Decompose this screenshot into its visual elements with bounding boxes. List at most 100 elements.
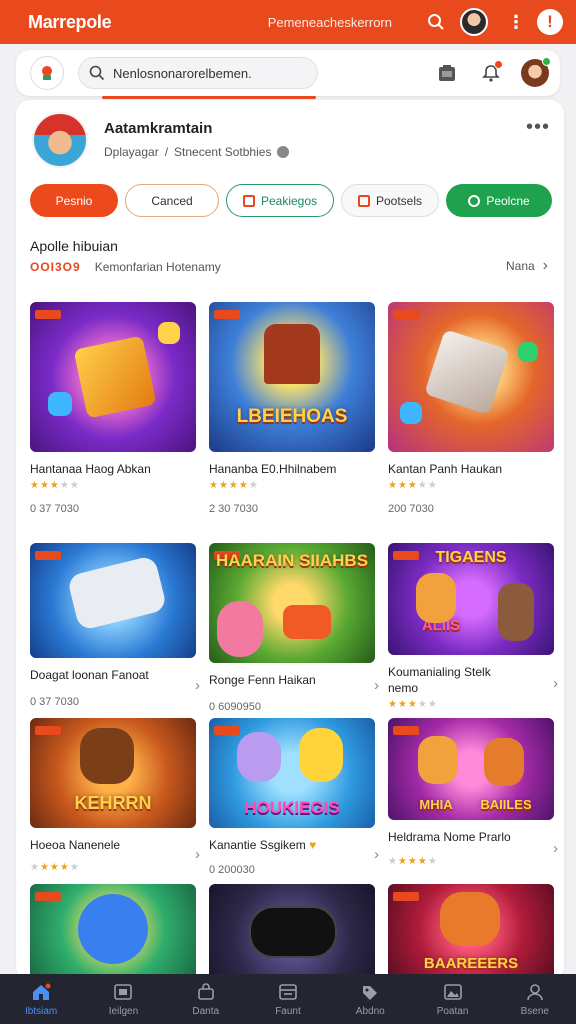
chip-label: Pootsels (375, 193, 423, 208)
post-icon (357, 194, 370, 207)
nav-label: Bsene (520, 1005, 549, 1017)
cart-icon[interactable] (432, 58, 462, 88)
user-avatar[interactable] (520, 57, 551, 88)
game-card[interactable]: HOUKIEGIS Kanantie Ssgikem ♥ 0 200030 › (209, 718, 379, 876)
game-title: Hananba E0.Hhilnabem (209, 462, 337, 476)
thumb-badge (35, 726, 61, 735)
nav-item-4[interactable]: Faunt (256, 982, 320, 1017)
thumbnail-title: KEHRRN (74, 793, 152, 813)
game-thumbnail (388, 302, 554, 452)
chip-posts[interactable]: Pootsels (341, 184, 439, 217)
more-menu-icon[interactable]: ⋮ (498, 8, 526, 36)
chevron-right-icon[interactable]: › (374, 677, 379, 694)
game-thumbnail: TIGAENS ALIIS (388, 543, 554, 655)
game-card[interactable]: BAAREEERS (388, 884, 554, 974)
chip-label: Peakiegos (260, 193, 318, 208)
chip-outline[interactable]: Canced (125, 184, 219, 217)
game-thumbnail: MHIA BAIILES (388, 718, 554, 820)
section-subtitle: OOI3O9 Kemonfarian Hotenamy (30, 260, 221, 274)
game-title: Kanantie Ssgikem ♥ (209, 838, 317, 852)
nav-label: Ibtsiam (25, 1005, 58, 1017)
notification-bell-icon[interactable] (476, 58, 506, 88)
info-icon[interactable] (277, 146, 290, 158)
chevron-right-icon[interactable]: › (553, 675, 558, 692)
game-card[interactable]: Kantan Panh Haukan ★★★★★ 200 7030 (388, 302, 554, 515)
thumbnail-title: LBEIEHOAS (236, 406, 348, 427)
chevron-right-icon[interactable]: › (374, 846, 379, 863)
more-options-icon[interactable]: ••• (526, 116, 550, 139)
thumbnail-subtitle: BAIILES (480, 797, 532, 812)
avatar (460, 8, 488, 36)
game-title: Hoeoa Nanenele (30, 838, 121, 852)
game-thumbnail (30, 543, 196, 658)
see-more-link[interactable]: Nana › (506, 257, 548, 275)
header-text: Pemeneacheskerrorn (267, 14, 392, 30)
rating-stars: ★★★★★ (209, 480, 259, 491)
thumb-badge (35, 892, 61, 901)
chip-green[interactable]: Peolcne (446, 184, 552, 217)
game-title: Kantan Panh Haukan (388, 462, 503, 476)
thumbnail-title: HOUKIEGIS (244, 798, 340, 817)
subtitle-separator: / (164, 145, 169, 159)
game-card[interactable] (30, 884, 196, 974)
search-icon (468, 194, 481, 207)
game-title: Ronge Fenn Haikan (209, 673, 316, 687)
game-downloads: 0 37 7030 (30, 503, 79, 515)
subtitle-left: Dplayagar (104, 145, 159, 159)
rating-stars: ★★★★★ (388, 856, 438, 867)
game-card[interactable]: KEHRRN Hoeoa Nanenele ★★★★★ › (30, 718, 200, 873)
nav-home[interactable]: Ibtsiam (9, 982, 73, 1017)
app-logo-text[interactable]: Marrepole (28, 12, 112, 33)
search-input[interactable] (113, 65, 293, 81)
developer-avatar[interactable] (32, 112, 88, 168)
chevron-right-icon[interactable]: › (195, 846, 200, 863)
game-card[interactable]: TIGAENS ALIIS Koumanialing Stelk nemo ★★… (388, 543, 558, 710)
game-card[interactable]: LBEIEHOAS Hananba E0.Hhilnabem ★★★★★ 2 3… (209, 302, 375, 515)
nav-item-2[interactable]: Ieilgen (91, 982, 155, 1017)
thumb-badge (214, 310, 240, 319)
chevron-right-icon[interactable]: › (553, 840, 558, 857)
notification-badge (494, 60, 503, 69)
search-icon (89, 65, 105, 81)
search-row (16, 50, 560, 96)
nav-item-3[interactable]: Danta (174, 982, 238, 1017)
search-icon[interactable] (422, 8, 450, 36)
nav-item-6[interactable]: Poatan (421, 982, 485, 1017)
search-bar[interactable] (78, 57, 318, 89)
rating-stars: ★★★★★ (388, 699, 438, 710)
tablet-icon (112, 982, 134, 1002)
game-card[interactable]: MHIA BAIILES Heldrama Nome Prarlo ★★★★★ … (388, 718, 558, 867)
chevron-right-icon[interactable]: › (195, 677, 200, 694)
game-thumbnail (209, 884, 375, 974)
filter-chips: Pesnio Canced Peakiegos Pootsels Peolcne (30, 184, 552, 217)
chip-label: Pesnio (55, 193, 93, 208)
alert-icon[interactable]: ! (536, 8, 564, 36)
game-card[interactable]: Hantanaa Haog Abkan ★★★★★ 0 37 7030 (30, 302, 196, 515)
game-card[interactable]: HAARAIN SIIAHBS Ronge Fenn Haikan 0 6090… (209, 543, 379, 713)
store-logo-icon[interactable] (30, 56, 64, 90)
game-thumbnail: HOUKIEGIS (209, 718, 375, 828)
online-badge (542, 57, 551, 66)
thumbnail-title: TIGAENS (435, 549, 507, 566)
tag-icon (359, 982, 381, 1002)
profile-avatar[interactable] (460, 8, 488, 36)
game-card[interactable] (209, 884, 375, 974)
nav-item-7[interactable]: Bsene (503, 982, 567, 1017)
game-title-line2: nemo (388, 681, 419, 695)
rating-stars: ★★★★★ (30, 862, 80, 873)
chip-packages[interactable]: Peakiegos (226, 184, 334, 217)
chip-primary[interactable]: Pesnio (30, 184, 118, 217)
game-thumbnail: LBEIEHOAS (209, 302, 375, 452)
bag-icon (195, 982, 217, 1002)
nav-label: Abdno (355, 1005, 385, 1017)
game-title: Koumanialing Stelk (388, 665, 491, 679)
game-title: Heldrama Nome Prarlo (388, 830, 511, 844)
rating-stars: ★★★★★ (30, 480, 80, 491)
nav-item-5[interactable]: Abdno (338, 982, 402, 1017)
game-downloads: 0 200030 (209, 864, 255, 876)
game-card[interactable]: Doagat loonan Fanoat 0 37 7030 › (30, 543, 200, 708)
game-title: Hantanaa Haog Abkan (30, 462, 151, 476)
game-downloads: 2 30 7030 (209, 503, 258, 515)
developer-name: Aatamkramtain (104, 120, 213, 137)
section-title: Apolle hibuian (30, 238, 118, 254)
